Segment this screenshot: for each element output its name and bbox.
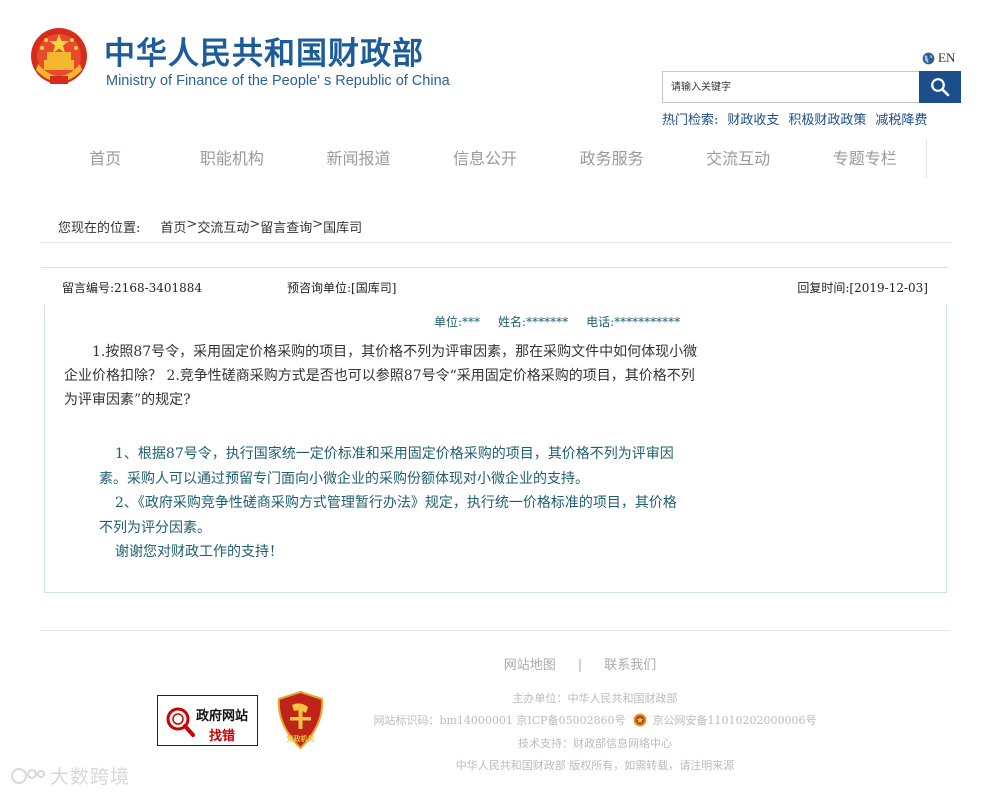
footer-host: 主办单位：中华人民共和国财政部 [512,692,678,705]
footer-link-sitemap[interactable]: 网站地图 [504,658,556,673]
reply-paragraph: 1、根据87号令，执行国家统一定价标准和采用固定价格采购的项目，其价格不列为评审… [99,446,674,487]
question-text: 1.按照87号令，采用固定价格采购的项目，其价格不列为评审因素，那在采购文件中如… [64,340,699,412]
hot-search: 热门检索: 财政收支 积极财政政策 减税降费 [662,109,927,128]
footer-site-id-text: 网站标识码：bm14000001 京ICP备05002860号 [373,714,626,727]
search-box [662,71,961,103]
breadcrumb-prefix: 您现在的位置: [58,221,141,236]
magnifier-icon [166,707,195,737]
footer-links: 网站地图 | 联系我们 [0,654,990,673]
gov-site-error-label: 找错 [209,729,236,744]
breadcrumb: 您现在的位置: 首页 > 交流互动 > 留言查询 > 国库司 [58,217,362,236]
watermark-text: 大数跨境 [50,766,131,788]
watermark-logo-icon [11,767,45,784]
contact-name: 姓名:******* [498,315,569,329]
national-emblem-icon [31,28,87,84]
footer-link-separator: | [577,658,583,673]
message-id: 留言编号:2168-3401884 [62,281,203,295]
breadcrumb-separator: > [249,217,261,232]
reply-closing: 谢谢您对财政工作的支持！ [115,544,283,560]
globe-icon [922,52,935,64]
party-badge-text: 党政机关 [287,734,315,743]
language-label: EN [938,50,956,65]
nav-item-home[interactable]: 首页 [42,140,169,178]
footer-police-record[interactable]: 京公网安备11010202000006号 [653,714,817,727]
nav-divider [926,140,927,178]
hot-search-label: 热门检索: [662,113,719,128]
watermark: 大数跨境 [10,762,130,789]
breadcrumb-separator: > [312,217,324,232]
reply-paragraph: 2、《政府采购竞争性磋商采购方式管理暂行办法》规定，执行统一价格标准的项目，其价… [99,495,677,536]
site-title-en: Ministry of Finance of the People' s Rep… [106,73,450,89]
nav-item-topics[interactable]: 专题专栏 [801,140,928,178]
footer-tech: 技术支持：财政部信息网络中心 [518,737,672,750]
footer-site-id: 网站标识码：bm14000001 京ICP备05002860号 京公网安备110… [0,712,990,728]
reply-time: 回复时间:[2019-12-03] [797,281,928,295]
footer-link-contact[interactable]: 联系我们 [604,658,656,673]
footer-copyright: 中华人民共和国财政部 版权所有，如需转载，请注明来源 [455,759,735,772]
hot-search-link[interactable]: 减税降费 [875,109,927,128]
breadcrumb-interaction[interactable]: 交流互动 [197,217,249,236]
nav-item-interaction[interactable]: 交流互动 [675,140,802,178]
breadcrumb-message-query[interactable]: 留言查询 [260,217,312,236]
hot-search-link[interactable]: 财政收支 [727,109,779,128]
footer-divider [40,630,950,631]
nav-item-news[interactable]: 新闻报道 [295,140,422,178]
question-body: 1.按照87号令，采用固定价格采购的项目，其价格不列为评审因素，那在采购文件中如… [64,344,698,408]
nav-item-functions[interactable]: 职能机构 [169,140,296,178]
language-switch[interactable]: EN [922,50,955,66]
main-nav: 首页 职能机构 新闻报道 信息公开 政务服务 交流互动 专题专栏 [42,140,928,178]
party-government-badge-icon[interactable]: 党政机关 [276,691,325,749]
message-unit: 预咨询单位:[国库司] [287,281,397,295]
reply-text: 1、根据87号令，执行国家统一定价标准和采用固定价格采购的项目，其价格不列为评审… [99,442,689,565]
contact-phone: 电话:*********** [586,315,681,329]
police-badge-icon [633,713,647,727]
nav-item-services[interactable]: 政务服务 [548,140,675,178]
message-meta: 留言编号:2168-3401884 预咨询单位:[国库司] 回复时间:[2019… [42,267,948,305]
site-title-cn: 中华人民共和国财政部 [104,36,424,72]
search-button[interactable] [919,71,961,103]
breadcrumb-home[interactable]: 首页 [160,217,186,236]
hot-search-link[interactable]: 积极财政政策 [788,109,866,128]
gov-site-label: 政府网站 [196,709,249,724]
search-input[interactable] [663,72,919,102]
contact-unit: 单位:*** [434,315,481,329]
divider [40,242,952,243]
gov-site-error-badge[interactable]: 政府网站 找错 [157,695,258,746]
contact-info: 单位:*** 姓名:******* 电话:*********** [434,313,680,330]
nav-item-disclosure[interactable]: 信息公开 [422,140,549,178]
breadcrumb-separator: > [186,217,198,232]
breadcrumb-treasury[interactable]: 国库司 [323,217,362,236]
search-icon [931,78,950,97]
